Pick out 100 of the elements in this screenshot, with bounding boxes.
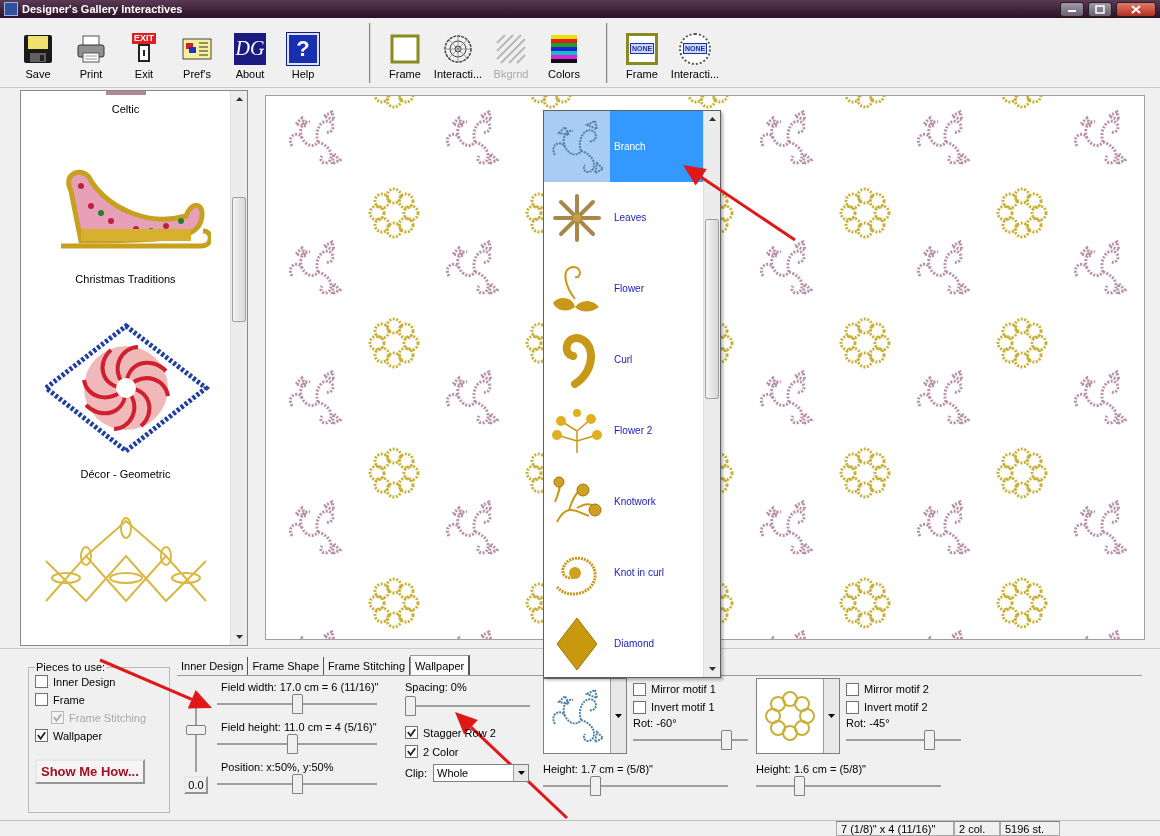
menu-item[interactable]: Leaves [544, 182, 703, 253]
spacing-slider[interactable] [405, 696, 530, 716]
tab[interactable]: Wallpaper [410, 655, 471, 675]
menu-item[interactable]: Knotwork [544, 466, 703, 537]
design-label: Décor - Geometric [80, 467, 171, 482]
tab[interactable]: Inner Design [177, 657, 249, 675]
menu-item[interactable]: Diamond [544, 608, 703, 679]
close-icon [1131, 4, 1141, 14]
print-button[interactable]: Print [65, 22, 117, 83]
slider-label: Field width: 17.0 cm = 6 (11/16)" [220, 680, 380, 694]
slider-label: Height: 1.6 cm = (5/8)" [756, 762, 867, 776]
design-label: Celtic [111, 102, 140, 117]
slider-thumb[interactable] [589, 776, 601, 796]
slider-thumb[interactable] [721, 730, 733, 750]
checkbox-label: Wallpaper [53, 729, 103, 742]
checkbox[interactable] [633, 700, 646, 714]
slider-label: Field height: 11.0 cm = 4 (5/16)" [220, 720, 378, 734]
slider-thumb[interactable] [186, 724, 206, 735]
checkbox[interactable] [405, 745, 418, 758]
motif-picker[interactable] [756, 678, 840, 754]
caret-icon [517, 771, 525, 775]
down-arrow-icon [708, 667, 716, 671]
checkbox[interactable] [35, 729, 48, 742]
checkbox-label: Inner Design [53, 675, 116, 688]
rotation-slider[interactable] [633, 730, 748, 750]
slider-label: Position: x:50%, y:50% [220, 760, 335, 774]
slider-label: Spacing: 0% [405, 680, 468, 694]
clip-dropdown[interactable]: Whole [433, 764, 529, 782]
group-title: Pieces to use: [35, 661, 107, 673]
frame-button[interactable]: Frame [379, 22, 431, 83]
logo-icon: DG [234, 32, 266, 65]
checkbox-label: Invert motif 1 [651, 701, 715, 713]
hatch-icon [495, 32, 527, 65]
interactive-button[interactable]: Interacti... [432, 22, 484, 83]
checkbox[interactable] [846, 682, 859, 696]
colors-button[interactable]: Colors [538, 22, 590, 83]
motif-picker[interactable] [543, 678, 627, 754]
caret-icon [828, 714, 835, 718]
maximize-button[interactable] [1088, 1, 1112, 17]
scrollbar[interactable] [703, 111, 720, 677]
status-field: 7 (1/8)" x 4 (11/16)" [836, 821, 954, 836]
slider[interactable] [217, 694, 377, 714]
checkbox-label: Mirror motif 1 [651, 683, 716, 695]
up-arrow-icon [708, 117, 716, 121]
slider-thumb[interactable] [291, 694, 303, 714]
design-list[interactable]: Celtic Christmas Traditions Décor - Geometric [20, 90, 248, 646]
height-slider[interactable] [543, 776, 728, 796]
slider-label: Rot: -45° [846, 716, 891, 730]
slider-label: Height: 1.7 cm = (5/8)" [543, 762, 654, 776]
color-stripes-icon [548, 32, 580, 65]
scrollbar-thumb[interactable] [705, 219, 719, 399]
checkbox[interactable] [35, 693, 48, 706]
close-button[interactable] [1116, 1, 1156, 17]
exit-button[interactable]: EXIT Exit [118, 22, 170, 83]
slider-thumb[interactable] [794, 776, 806, 796]
checkbox-label: Mirror motif 2 [864, 683, 929, 695]
show-me-how-button[interactable]: Show Me How... [35, 759, 145, 784]
status-field: 5196 st. [1000, 821, 1060, 836]
checkbox-label: 2 Color [423, 745, 459, 758]
rotation-slider[interactable] [846, 730, 961, 750]
frame-icon [389, 32, 421, 65]
height-slider[interactable] [756, 776, 941, 796]
slider-thumb[interactable] [287, 734, 298, 754]
status-field: 2 col. [954, 821, 1000, 836]
window-title: Designer's Gallery Interactives [22, 3, 184, 15]
checkbox[interactable] [35, 675, 48, 688]
prefs-button[interactable]: Pref's [171, 22, 223, 83]
slider[interactable] [217, 774, 377, 794]
slider[interactable] [217, 734, 377, 754]
about-button[interactable]: DG About [224, 22, 276, 83]
help-icon: ? [287, 32, 319, 65]
menu-item[interactable]: Curl [544, 324, 703, 395]
save-button[interactable]: Save [12, 22, 64, 83]
tab[interactable]: Frame Shape [248, 657, 325, 675]
reset-button[interactable]: 0.0 [184, 776, 208, 794]
menu-item[interactable]: Flower [544, 253, 703, 324]
caret-icon [615, 714, 622, 718]
help-button[interactable]: ? Help [277, 22, 329, 83]
design-label: Christmas Traditions [75, 272, 176, 287]
checkbox[interactable] [405, 726, 418, 739]
slider-thumb[interactable] [291, 774, 303, 794]
scrollbar-thumb[interactable] [232, 197, 246, 322]
slider-label: Rot: -60° [633, 716, 678, 730]
checkbox[interactable] [846, 700, 859, 714]
menu-item[interactable]: Flower 2 [544, 395, 703, 466]
field-label: Clip: [405, 767, 427, 779]
checkbox-label: Frame [53, 693, 85, 706]
slider-thumb[interactable] [924, 730, 935, 750]
printer-icon [75, 32, 107, 65]
maximize-icon [1095, 4, 1105, 14]
motif-dropdown-menu[interactable]: Branch Leaves Flower Curl Flower 2 Knotwork Knot in curl Diamond [543, 110, 721, 678]
minimize-button[interactable] [1060, 1, 1084, 17]
app-icon [4, 2, 18, 16]
menu-item[interactable]: Knot in curl [544, 537, 703, 608]
down-arrow-icon [235, 635, 243, 639]
scrollbar[interactable] [230, 91, 247, 645]
slider-thumb[interactable] [405, 696, 416, 716]
checkbox-label: Invert motif 2 [864, 701, 928, 713]
checkbox[interactable] [633, 682, 646, 696]
checkbox-label: Frame Stitching [69, 711, 147, 724]
